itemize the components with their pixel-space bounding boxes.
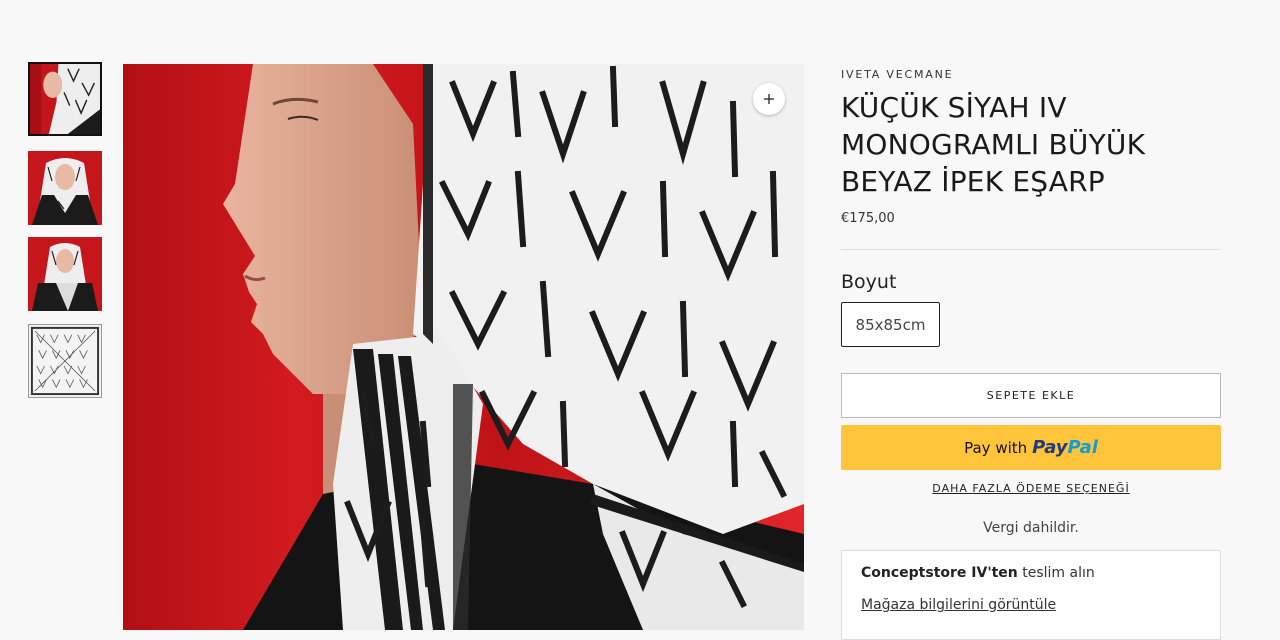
thumbnail-4-image <box>29 325 101 397</box>
divider <box>841 249 1221 250</box>
product-title: KÜÇÜK SİYAH IV MONOGRAMLI BÜYÜK BEYAZ İP… <box>841 91 1146 198</box>
product-vendor[interactable]: IVETA VECMANE <box>841 68 953 81</box>
plus-icon <box>764 94 774 104</box>
zoom-button[interactable] <box>753 83 785 115</box>
paypal-prefix: Pay with <box>964 438 1028 457</box>
paypal-logo-pay: Pay <box>1032 437 1068 458</box>
store-info-link[interactable]: Mağaza bilgilerini görüntüle <box>861 597 1056 613</box>
size-option-label: Boyut <box>841 271 897 293</box>
paypal-logo-pal: Pal <box>1067 437 1098 458</box>
product-photo <box>123 64 804 630</box>
size-variant-button[interactable]: 85x85cm <box>841 302 940 347</box>
pickup-suffix: teslim alın <box>1022 565 1095 581</box>
thumbnail-3[interactable] <box>28 237 102 311</box>
pickup-store-name: Conceptstore IV'ten <box>861 565 1018 581</box>
main-product-image[interactable] <box>123 64 804 630</box>
thumbnail-2-image <box>28 151 102 225</box>
thumbnail-1-image <box>30 64 100 134</box>
pickup-text: Conceptstore IV'ten teslim alın <box>861 565 1095 581</box>
thumbnail-2[interactable] <box>28 151 102 225</box>
product-price: €175,00 <box>841 211 895 226</box>
paypal-button[interactable]: Pay with Pay Pal <box>841 425 1221 470</box>
thumbnail-3-image <box>28 237 102 311</box>
thumbnail-1[interactable] <box>28 62 102 136</box>
add-to-cart-button[interactable]: SEPETE EKLE <box>841 373 1221 418</box>
pickup-availability: Conceptstore IV'ten teslim alın Mağaza b… <box>841 550 1221 640</box>
more-payment-options-link[interactable]: DAHA FAZLA ÖDEME SEÇENEĞİ <box>841 482 1221 495</box>
tax-note: Vergi dahildir. <box>983 520 1079 536</box>
thumbnail-4[interactable] <box>28 324 102 398</box>
